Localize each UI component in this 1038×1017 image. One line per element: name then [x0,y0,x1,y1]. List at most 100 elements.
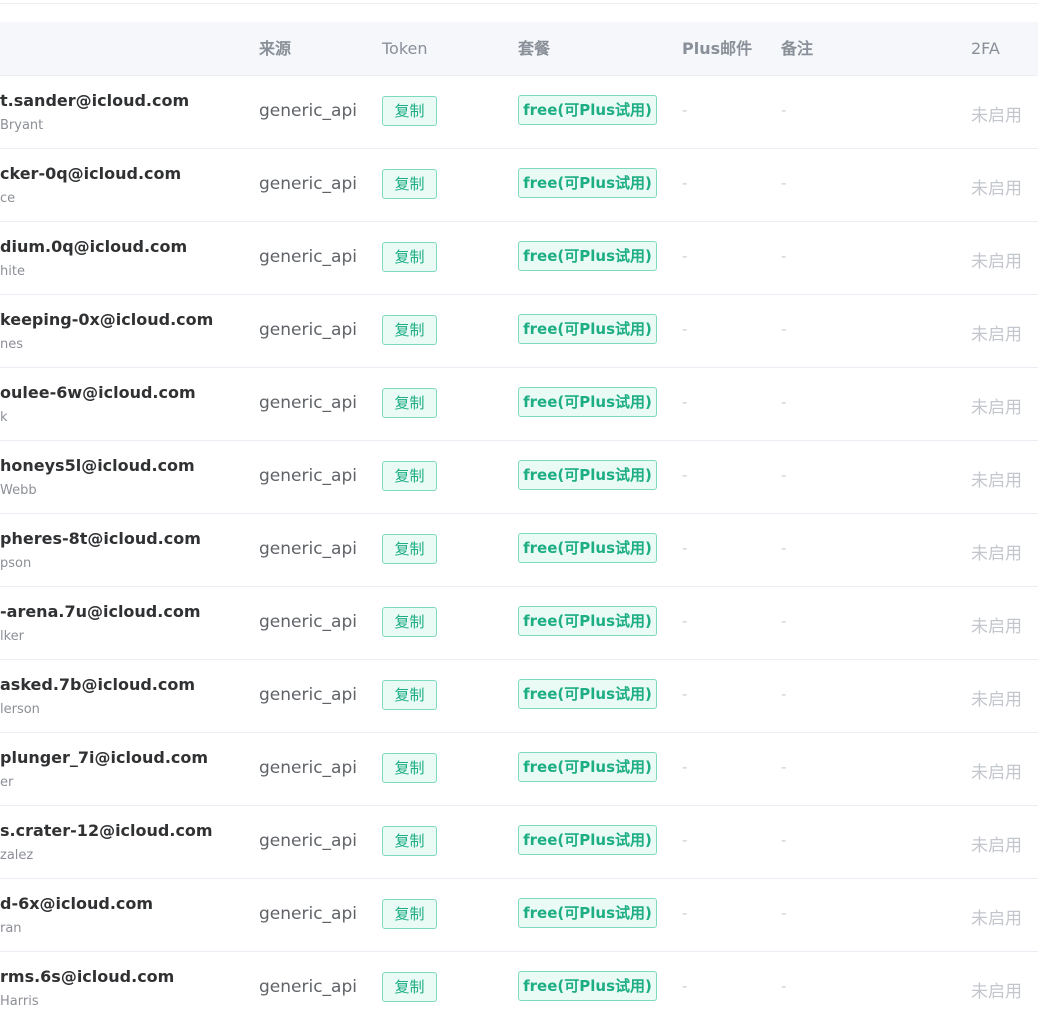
plus-email-cell: - [682,904,688,922]
plan-tag: free(可Plus试用) [518,679,657,709]
twofa-status: 未启用 [971,982,1022,1002]
plus-email-cell: - [682,539,688,557]
table-row[interactable]: t.sander@icloud.com Bryant generic_api 复制 fr… [0,76,1038,149]
header-source: 来源 [259,39,292,58]
note-cell: - [781,685,787,703]
plan-tag: free(可Plus试用) [518,825,657,855]
plan-tag: free(可Plus试用) [518,971,657,1001]
source-cell: generic_api [259,612,357,632]
plan-tag: free(可Plus试用) [518,752,657,782]
twofa-status: 未启用 [971,544,1022,564]
plus-email-cell: - [682,247,688,265]
table-body: t.sander@icloud.com Bryant generic_api 复制 fr… [0,76,1038,1017]
table-row[interactable]: -arena.7u@icloud.com lker generic_api 复制 fre… [0,587,1038,660]
note-cell: - [781,466,787,484]
twofa-status: 未启用 [971,179,1022,199]
account-name: hite [0,264,25,279]
plus-email-cell: - [682,320,688,338]
table-row[interactable]: plunger_7i@icloud.com er generic_api 复制 free… [0,733,1038,806]
copy-token-button[interactable]: 复制 [382,96,437,126]
account-email: asked.7b@icloud.com [0,675,196,694]
note-cell: - [781,247,787,265]
copy-token-button[interactable]: 复制 [382,461,437,491]
account-name: nes [0,337,24,352]
account-email: t.sander@icloud.com [0,91,190,110]
plan-tag: free(可Plus试用) [518,387,657,417]
table-row[interactable]: pheres-8t@icloud.com pson generic_api 复制 fre… [0,514,1038,587]
plus-email-cell: - [682,101,688,119]
account-name: zalez [0,848,34,863]
twofa-status: 未启用 [971,690,1022,710]
copy-token-button[interactable]: 复制 [382,972,437,1002]
copy-token-button[interactable]: 复制 [382,607,437,637]
plus-email-cell: - [682,466,688,484]
twofa-status: 未启用 [971,836,1022,856]
copy-token-button[interactable]: 复制 [382,169,437,199]
header-plus-email: Plus邮件 [682,39,753,58]
plus-email-cell: - [682,612,688,630]
source-cell: generic_api [259,320,357,340]
table-row[interactable]: oulee-6w@icloud.com k generic_api 复制 free(可P… [0,368,1038,441]
copy-token-button[interactable]: 复制 [382,899,437,929]
plus-email-cell: - [682,393,688,411]
account-name: pson [0,556,32,571]
header-token: Token [382,39,428,58]
twofa-status: 未启用 [971,325,1022,345]
source-cell: generic_api [259,539,357,559]
plan-tag: free(可Plus试用) [518,314,657,344]
account-name: ran [0,921,22,936]
twofa-status: 未启用 [971,763,1022,783]
table-row[interactable]: s.crater-12@icloud.com zalez generic_api 复制… [0,806,1038,879]
table-row[interactable]: rms.6s@icloud.com Harris generic_api 复制 free… [0,952,1038,1017]
plus-email-cell: - [682,977,688,995]
copy-token-button[interactable]: 复制 [382,753,437,783]
plus-email-cell: - [682,685,688,703]
copy-token-button[interactable]: 复制 [382,315,437,345]
account-email: keeping-0x@icloud.com [0,310,214,329]
source-cell: generic_api [259,758,357,778]
source-cell: generic_api [259,977,357,997]
account-email: s.crater-12@icloud.com [0,821,213,840]
note-cell: - [781,831,787,849]
account-email: pheres-8t@icloud.com [0,529,201,548]
table-row[interactable]: dium.0q@icloud.com hite generic_api 复制 free(… [0,222,1038,295]
plus-email-cell: - [682,174,688,192]
header-note: 备注 [781,39,814,58]
account-email: cker-0q@icloud.com [0,164,182,183]
source-cell: generic_api [259,393,357,413]
table-row[interactable]: cker-0q@icloud.com ce generic_api 复制 free(可P… [0,149,1038,222]
account-name: Bryant [0,118,44,133]
copy-token-button[interactable]: 复制 [382,826,437,856]
table-row[interactable]: asked.7b@icloud.com lerson generic_api 复制 fr… [0,660,1038,733]
twofa-status: 未启用 [971,617,1022,637]
account-name: Webb [0,483,37,498]
copy-token-button[interactable]: 复制 [382,534,437,564]
plan-tag: free(可Plus试用) [518,241,657,271]
top-divider [0,0,1038,4]
header-plan: 套餐 [518,39,551,58]
table-row[interactable]: keeping-0x@icloud.com nes generic_api 复制 fre… [0,295,1038,368]
table-row[interactable]: d-6x@icloud.com ran generic_api 复制 free(可Plu… [0,879,1038,952]
copy-token-button[interactable]: 复制 [382,680,437,710]
source-cell: generic_api [259,247,357,267]
twofa-status: 未启用 [971,106,1022,126]
account-name: Harris [0,994,39,1009]
account-name: lerson [0,702,40,717]
copy-token-button[interactable]: 复制 [382,388,437,418]
account-email: dium.0q@icloud.com [0,237,188,256]
account-email: d-6x@icloud.com [0,894,154,913]
twofa-status: 未启用 [971,252,1022,272]
source-cell: generic_api [259,831,357,851]
copy-token-button[interactable]: 复制 [382,242,437,272]
account-email: -arena.7u@icloud.com [0,602,201,621]
source-cell: generic_api [259,685,357,705]
source-cell: generic_api [259,174,357,194]
account-name: er [0,775,14,790]
table-row[interactable]: honeys5l@icloud.com Webb generic_api 复制 free… [0,441,1038,514]
note-cell: - [781,758,787,776]
plan-tag: free(可Plus试用) [518,533,657,563]
account-name: lker [0,629,25,644]
accounts-table-view: 来源 Token 套餐 Plus邮件 备注 2FA t.sander@iclou… [0,0,1038,1017]
plus-email-cell: - [682,758,688,776]
twofa-status: 未启用 [971,398,1022,418]
